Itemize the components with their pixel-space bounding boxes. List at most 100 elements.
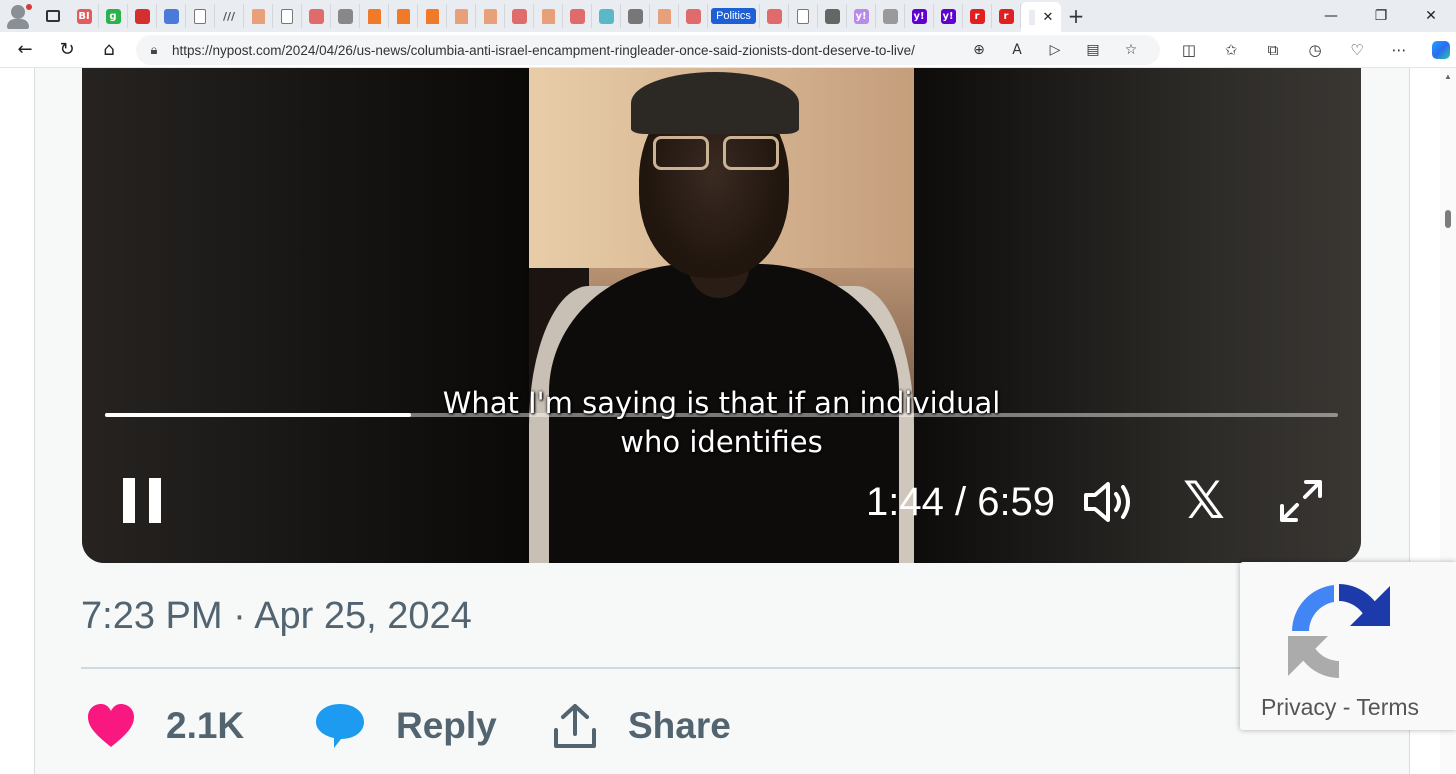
pause-button[interactable]	[123, 478, 163, 523]
browser-tab[interactable]	[389, 4, 418, 28]
scroll-up-icon[interactable]: ▲	[1444, 72, 1452, 81]
p-favicon-icon	[598, 8, 614, 24]
more-menu-icon[interactable]: ⋯	[1378, 41, 1420, 59]
like-button[interactable]: 2.1K	[86, 700, 244, 752]
browser-tab[interactable]: ///	[215, 4, 244, 28]
browser-tab[interactable]: BI	[70, 4, 99, 28]
yahoo-favicon-icon: y!	[940, 8, 956, 24]
collections-icon[interactable]: ⧉	[1252, 41, 1294, 59]
recaptcha-badge[interactable]: Privacy - Terms	[1240, 562, 1456, 730]
profile-button[interactable]	[0, 0, 36, 32]
doc-favicon-icon	[194, 8, 206, 24]
tab-list: BI g ///	[70, 0, 708, 32]
copilot-icon[interactable]	[1432, 41, 1450, 59]
image-favicon-icon	[337, 8, 353, 24]
browser-tab[interactable]	[876, 4, 905, 28]
fullscreen-icon[interactable]	[1278, 478, 1324, 524]
browser-tab[interactable]	[447, 4, 476, 28]
browser-tab[interactable]	[621, 4, 650, 28]
browser-tab[interactable]: y!	[847, 4, 876, 28]
doc-favicon-icon	[281, 8, 293, 24]
download-favicon-icon	[134, 8, 150, 24]
browser-tab[interactable]	[244, 4, 273, 28]
reply-button[interactable]: Reply	[314, 700, 497, 752]
browser-tab[interactable]: r	[963, 4, 992, 28]
tweet-timestamp[interactable]: 7:23 PM · Apr 25, 2024	[81, 593, 472, 639]
bookmark-favicon-icon	[483, 8, 497, 24]
recaptcha-logo-icon	[1288, 584, 1390, 678]
youtube-favicon-icon	[685, 8, 701, 24]
bookmark-favicon-icon	[251, 8, 265, 24]
search-favicon-icon	[163, 8, 179, 24]
terms-link[interactable]: Terms	[1356, 694, 1419, 720]
zoom-icon[interactable]: ⊕	[960, 42, 998, 58]
home-icon: ⌂	[103, 39, 115, 60]
x-logo-icon[interactable]: 𝕏	[1180, 475, 1228, 527]
bandana	[631, 72, 799, 134]
privacy-link[interactable]: Privacy	[1261, 694, 1336, 720]
browser-tab[interactable]	[760, 4, 789, 28]
window-controls: — ❐ ✕	[1306, 0, 1456, 32]
browser-tab[interactable]: r	[992, 4, 1021, 28]
browser-tab[interactable]	[186, 4, 215, 28]
back-button[interactable]: ←	[4, 32, 46, 68]
browser-tab[interactable]	[534, 4, 563, 28]
active-tab-favicon	[1028, 9, 1035, 25]
browser-tab[interactable]	[789, 4, 818, 28]
browser-tab[interactable]: y!	[934, 4, 963, 28]
yahoo-favicon-icon: y!	[853, 8, 869, 24]
image-favicon-icon	[627, 8, 643, 24]
favorite-star-icon[interactable]: ☆	[1112, 42, 1150, 58]
r-favicon-icon: r	[969, 8, 985, 24]
favorites-icon[interactable]: ✩	[1210, 41, 1252, 59]
new-tab-button[interactable]: +	[1061, 0, 1091, 32]
maximize-button[interactable]: ❐	[1356, 0, 1406, 32]
browser-tab[interactable]	[592, 4, 621, 28]
performance-icon[interactable]: ♡	[1336, 41, 1378, 59]
share-button[interactable]: Share	[552, 700, 731, 752]
bookmark-favicon-icon	[396, 8, 410, 24]
browser-tab[interactable]	[128, 4, 157, 28]
share-upload-icon	[554, 704, 596, 748]
browser-tab[interactable]	[331, 4, 360, 28]
tab-actions-icon	[46, 10, 60, 22]
browser-tab[interactable]	[273, 4, 302, 28]
app-available-icon[interactable]: ▷	[1036, 42, 1074, 58]
split-screen-icon[interactable]: ◫	[1168, 41, 1210, 59]
tab-active[interactable]: ✕	[1021, 2, 1061, 32]
lines-favicon-icon: ///	[222, 9, 236, 23]
browser-tab[interactable]	[818, 4, 847, 28]
browser-tab[interactable]	[505, 4, 534, 28]
browser-tab[interactable]	[476, 4, 505, 28]
volume-icon[interactable]	[1082, 478, 1134, 526]
address-bar[interactable]: 🔒︎ https://nypost.com/2024/04/26/us-news…	[136, 35, 1160, 65]
browser-tab[interactable]	[418, 4, 447, 28]
browser-tab[interactable]	[302, 4, 331, 28]
refresh-icon: ↻	[59, 39, 75, 60]
scrollbar-thumb[interactable]	[1445, 210, 1451, 228]
read-aloud-icon[interactable]: A	[998, 42, 1036, 58]
refresh-button[interactable]: ↻	[46, 32, 88, 68]
browser-tab[interactable]	[360, 4, 389, 28]
tab-actions-button[interactable]	[36, 0, 70, 32]
tab-politics[interactable]: Politics	[708, 4, 760, 28]
bookmark-favicon-icon	[657, 8, 671, 24]
home-button[interactable]: ⌂	[88, 32, 130, 68]
close-tab-icon[interactable]: ✕	[1043, 9, 1054, 25]
close-window-button[interactable]: ✕	[1406, 0, 1456, 32]
minimize-button[interactable]: —	[1306, 0, 1356, 32]
browser-tab[interactable]: y!	[905, 4, 934, 28]
browser-tab[interactable]	[679, 4, 708, 28]
youtube-favicon-icon	[511, 8, 527, 24]
browser-tab[interactable]	[650, 4, 679, 28]
history-icon[interactable]: ◷	[1294, 41, 1336, 59]
glasses	[653, 136, 783, 170]
browser-toolbar: ← ↻ ⌂ 🔒︎ https://nypost.com/2024/04/26/u…	[0, 32, 1456, 68]
doc-favicon-icon	[797, 8, 809, 24]
browser-tab[interactable]: g	[99, 4, 128, 28]
browser-tab[interactable]	[157, 4, 186, 28]
video-player[interactable]: What I'm saying is that if an individual…	[82, 68, 1361, 563]
browser-tab[interactable]	[563, 4, 592, 28]
bookmark-favicon-icon	[425, 8, 439, 24]
immersive-reader-icon[interactable]: ▤	[1074, 42, 1112, 58]
